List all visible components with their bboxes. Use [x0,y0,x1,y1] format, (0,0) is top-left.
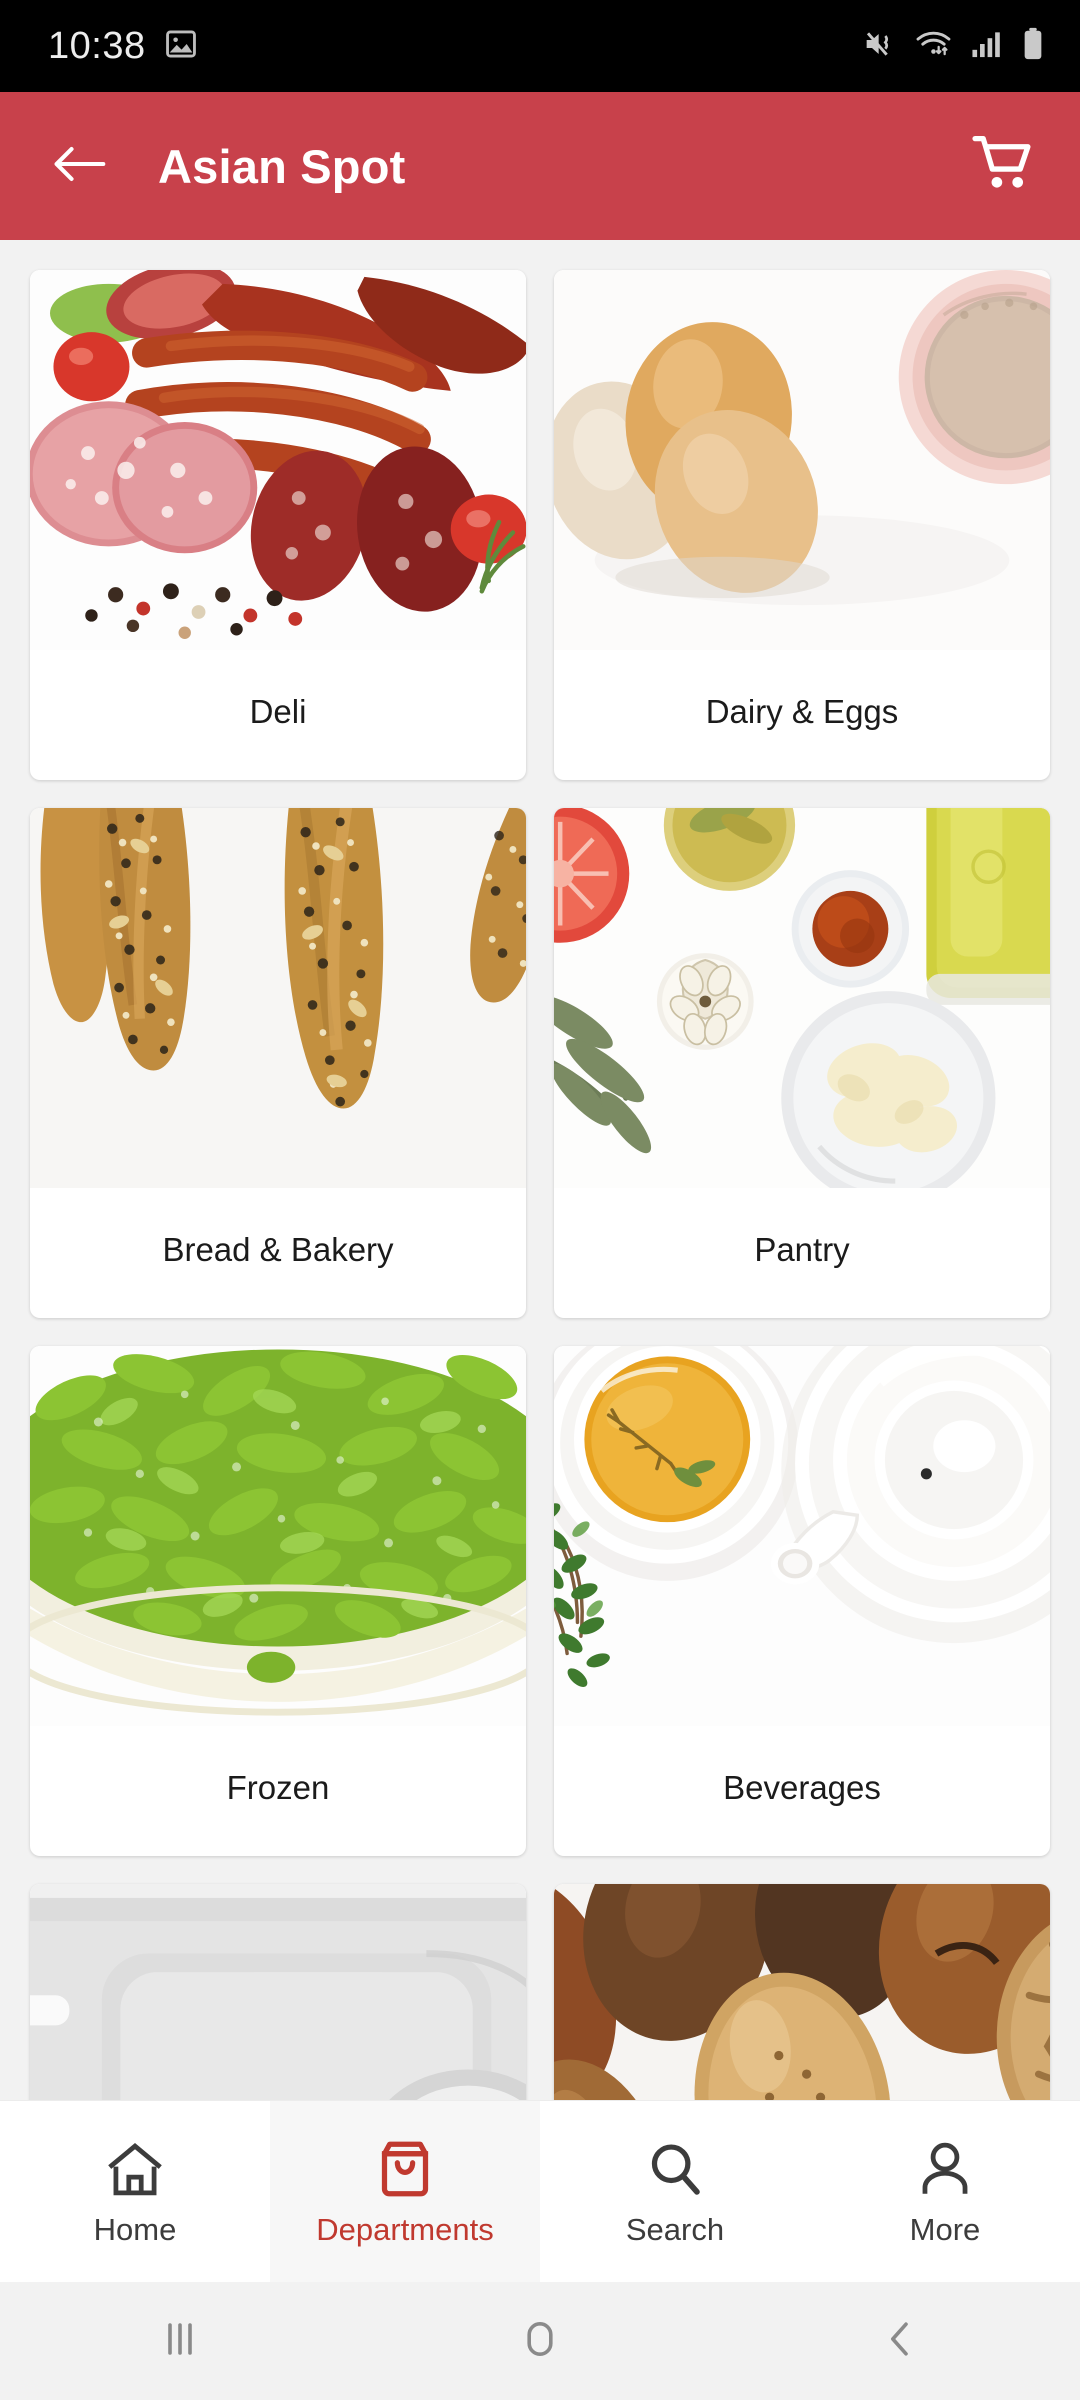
nav-item-search[interactable]: Search [540,2101,810,2282]
status-bar: 10:38 [0,0,1080,92]
app-bar: Asian Spot [0,92,1080,240]
home-button[interactable] [480,2282,600,2400]
nav-item-departments[interactable]: Departments [270,2101,540,2282]
recents-icon [158,2317,202,2366]
status-bar-left: 10:38 [48,25,198,68]
mute-vibrate-icon [862,28,898,65]
department-image-deli [30,270,526,650]
nav-label-departments: Departments [316,2211,494,2247]
home-pill-icon [518,2317,562,2366]
department-image-canned [30,1884,526,2125]
system-navigation-bar [0,2282,1080,2400]
shopping-cart-icon [971,131,1037,202]
person-icon [914,2136,976,2198]
recents-button[interactable] [120,2282,240,2400]
search-icon [644,2136,706,2198]
back-chevron-icon [878,2317,922,2366]
department-label: Deli [249,693,307,730]
phone-screen: 10:38 Asian Spot Deli Dairy & Eggs Bread… [0,0,1080,2400]
department-label: Bread & Bakery [162,1231,394,1268]
department-card-deli[interactable]: Deli [30,270,526,780]
nav-label-search: Search [625,2211,725,2247]
department-card-dairy-eggs[interactable]: Dairy & Eggs [554,270,1050,780]
wifi-icon [914,28,954,65]
nav-label-home: Home [93,2211,177,2247]
home-icon [104,2136,166,2198]
back-button[interactable] [48,135,110,197]
page-title: Asian Spot [158,139,406,193]
departments-grid: Deli Dairy & Eggs Bread & Bakery Pantry … [0,240,1080,2125]
status-bar-clock: 10:38 [48,24,146,67]
department-image-nuts [554,1884,1050,2125]
department-card-nuts[interactable] [554,1884,1050,2125]
gallery-image-icon [164,27,198,66]
department-image-pantry [554,808,1050,1188]
bottom-navigation: Home Departments Search More [0,2100,1080,2282]
department-image-beverages [554,1346,1050,1726]
nav-item-more[interactable]: More [810,2101,1080,2282]
department-label: Pantry [754,1231,850,1268]
department-card-beverages[interactable]: Beverages [554,1346,1050,1856]
department-label: Dairy & Eggs [705,693,899,730]
department-image-dairy-eggs [554,270,1050,650]
back-button-system[interactable] [840,2282,960,2400]
battery-icon [1020,27,1046,66]
back-arrow-icon [51,141,107,192]
nav-label-more: More [909,2211,981,2247]
status-bar-right [862,27,1046,66]
department-card-frozen[interactable]: Frozen [30,1346,526,1856]
department-label: Beverages [723,1769,881,1806]
cellular-signal-icon [970,28,1004,65]
department-card-pantry[interactable]: Pantry [554,808,1050,1318]
department-image-frozen [30,1346,526,1726]
department-image-bread-bakery [30,808,526,1188]
department-card-bread-bakery[interactable]: Bread & Bakery [30,808,526,1318]
cart-button[interactable] [968,130,1040,202]
shopping-bag-icon [374,2136,436,2198]
nav-item-home[interactable]: Home [0,2101,270,2282]
department-card-canned[interactable] [30,1884,526,2125]
department-label: Frozen [226,1769,330,1806]
